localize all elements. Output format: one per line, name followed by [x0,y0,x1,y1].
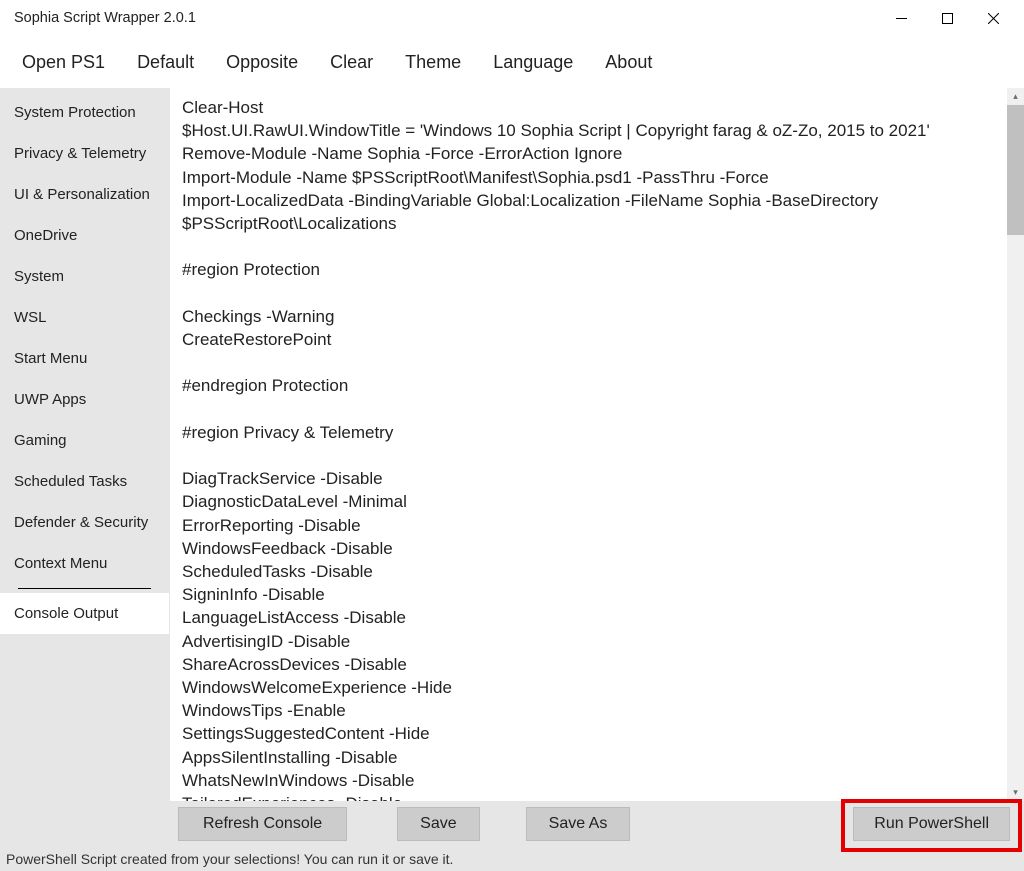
statusbar: PowerShell Script created from your sele… [0,847,1024,871]
sidebar-item-wsl[interactable]: WSL [0,297,169,338]
content-area: Clear-Host $Host.UI.RawUI.WindowTitle = … [169,88,1024,847]
console-area: Clear-Host $Host.UI.RawUI.WindowTitle = … [169,88,1024,801]
run-button-wrapper: Run PowerShell [847,803,1016,845]
sidebar-item-system[interactable]: System [0,256,169,297]
scroll-up-icon[interactable]: ▴ [1007,88,1024,105]
close-button[interactable] [970,3,1016,33]
scroll-thumb[interactable] [1007,105,1024,235]
main-area: System Protection Privacy & Telemetry UI… [0,88,1024,847]
console-output[interactable]: Clear-Host $Host.UI.RawUI.WindowTitle = … [170,88,1007,801]
sidebar: System Protection Privacy & Telemetry UI… [0,88,169,847]
menu-opposite[interactable]: Opposite [210,42,314,83]
sidebar-item-uwp-apps[interactable]: UWP Apps [0,379,169,420]
refresh-console-button[interactable]: Refresh Console [178,807,347,841]
sidebar-item-console-output[interactable]: Console Output [0,593,169,634]
sidebar-item-scheduled-tasks[interactable]: Scheduled Tasks [0,461,169,502]
run-powershell-button[interactable]: Run PowerShell [853,807,1010,841]
save-as-button[interactable]: Save As [526,807,631,841]
minimize-button[interactable] [878,3,924,33]
window-title: Sophia Script Wrapper 2.0.1 [14,10,878,26]
status-text: PowerShell Script created from your sele… [6,851,453,867]
sidebar-item-context-menu[interactable]: Context Menu [0,543,169,584]
sidebar-item-ui-personalization[interactable]: UI & Personalization [0,174,169,215]
menu-default[interactable]: Default [121,42,210,83]
sidebar-item-gaming[interactable]: Gaming [0,420,169,461]
sidebar-item-start-menu[interactable]: Start Menu [0,338,169,379]
sidebar-item-privacy-telemetry[interactable]: Privacy & Telemetry [0,133,169,174]
window-controls [878,3,1016,33]
titlebar: Sophia Script Wrapper 2.0.1 [0,0,1024,36]
menubar: Open PS1 Default Opposite Clear Theme La… [0,36,1024,88]
menu-about[interactable]: About [589,42,668,83]
maximize-button[interactable] [924,3,970,33]
menu-open-ps1[interactable]: Open PS1 [6,42,121,83]
scroll-down-icon[interactable]: ▾ [1007,784,1024,801]
menu-language[interactable]: Language [477,42,589,83]
button-row: Refresh Console Save Save As Run PowerSh… [169,801,1024,847]
sidebar-item-system-protection[interactable]: System Protection [0,92,169,133]
vertical-scrollbar[interactable]: ▴ ▾ [1007,88,1024,801]
menu-theme[interactable]: Theme [389,42,477,83]
save-button[interactable]: Save [397,807,479,841]
sidebar-item-defender-security[interactable]: Defender & Security [0,502,169,543]
sidebar-item-onedrive[interactable]: OneDrive [0,215,169,256]
menu-clear[interactable]: Clear [314,42,389,83]
sidebar-separator [18,588,151,589]
